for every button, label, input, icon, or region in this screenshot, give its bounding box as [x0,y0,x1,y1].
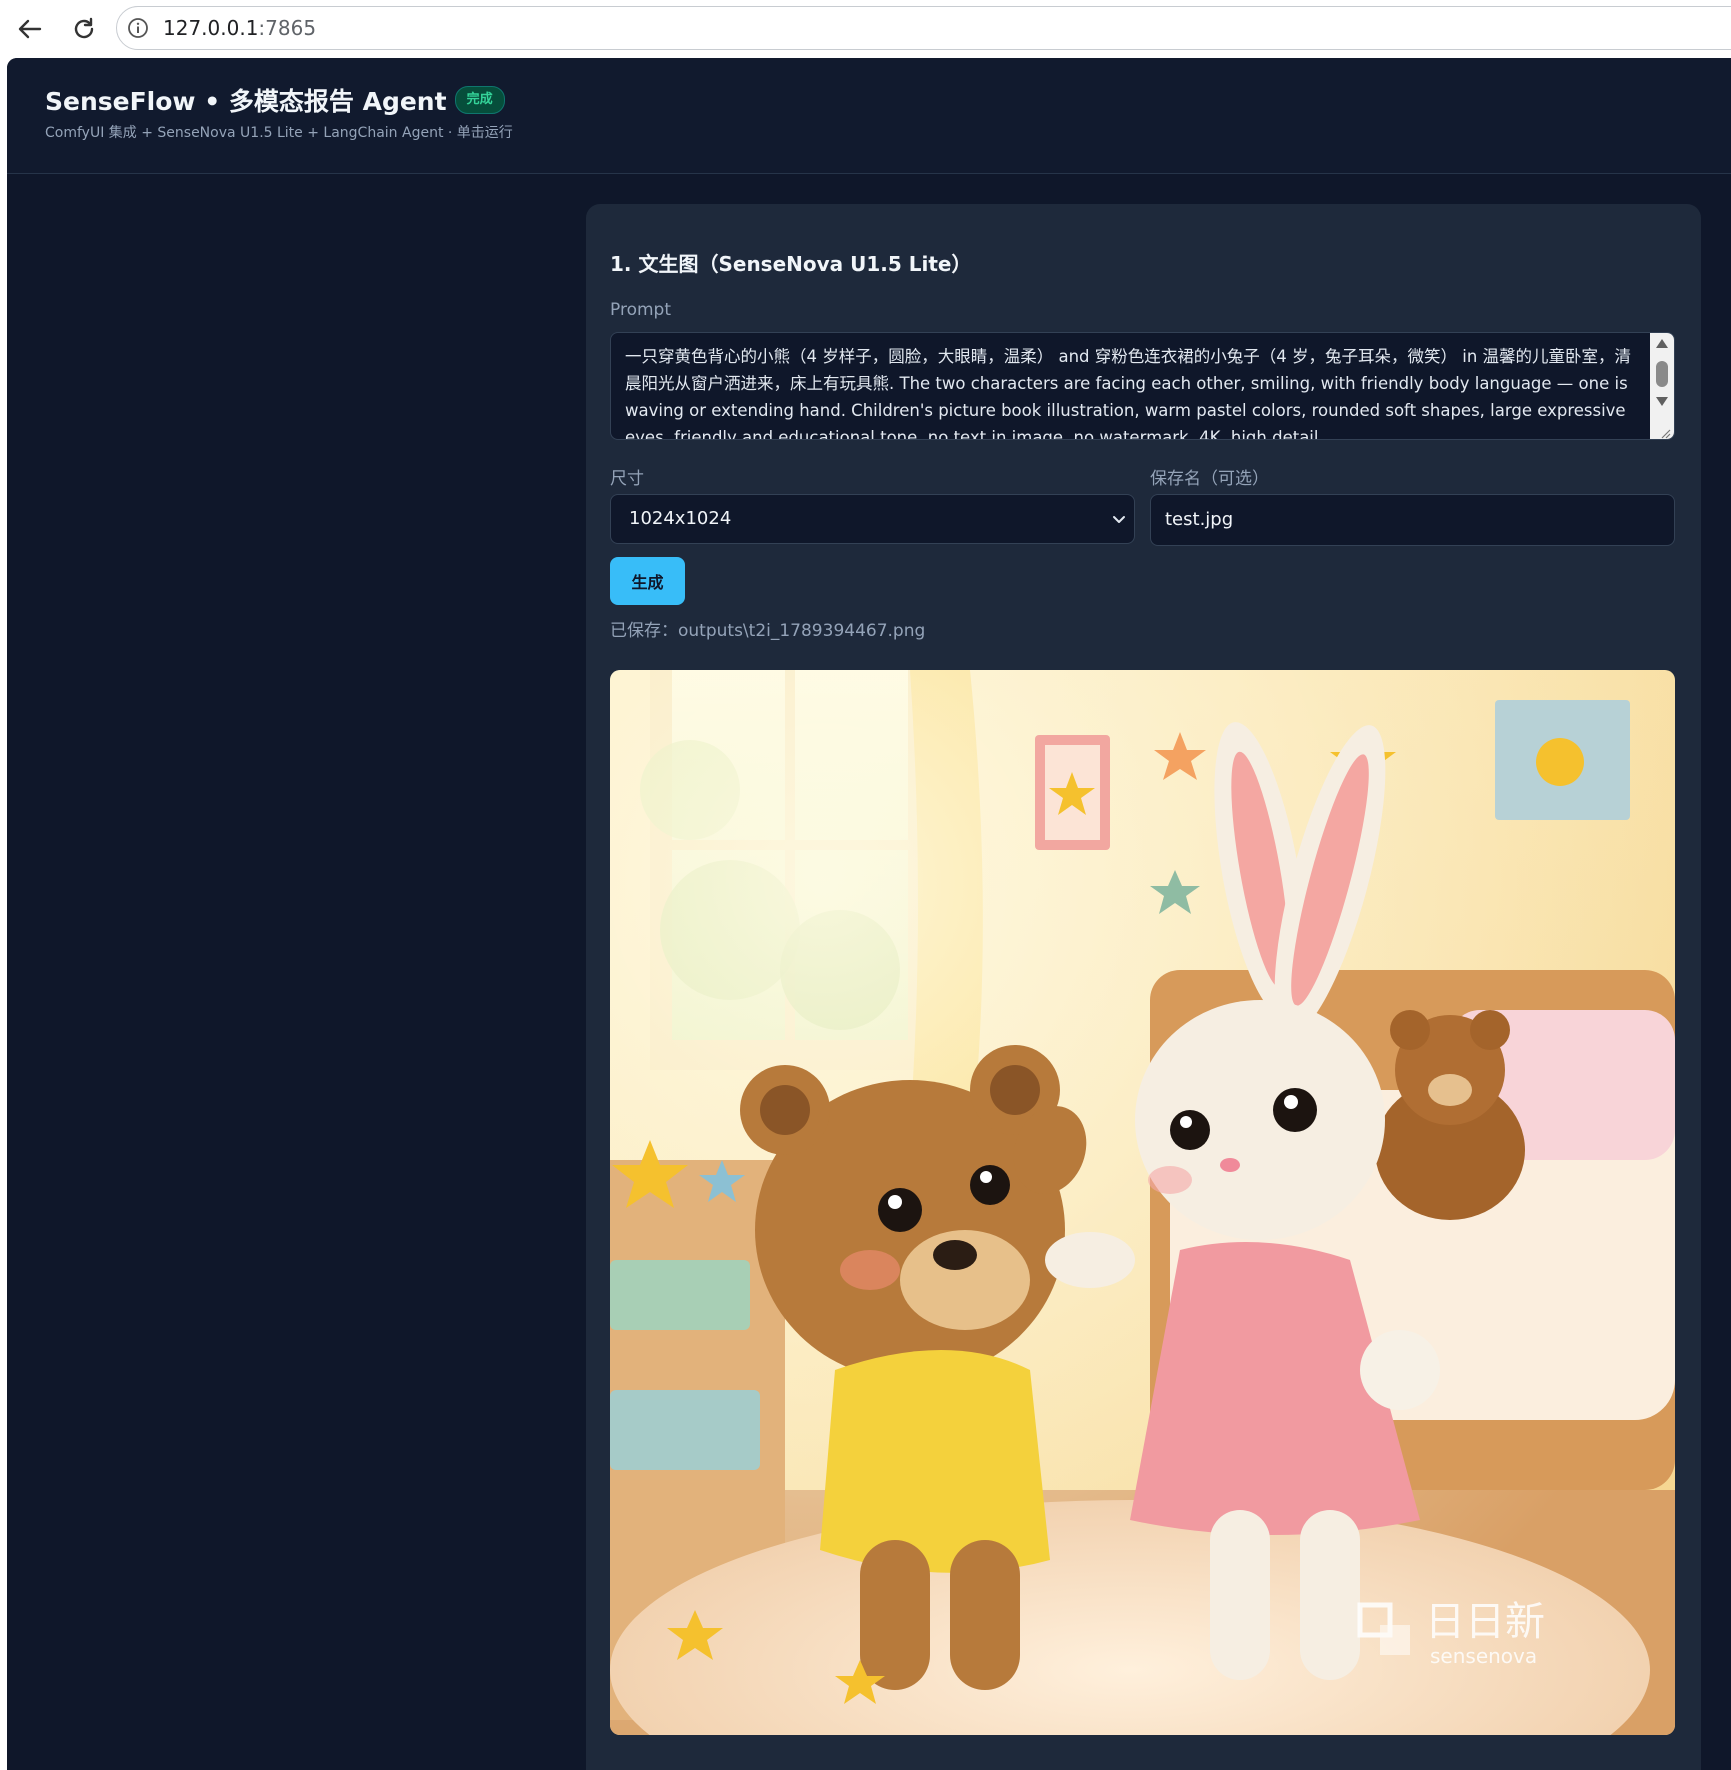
address-bar[interactable]: 127.0.0.1:7865 [116,6,1731,50]
prompt-label: Prompt [610,300,671,320]
savename-input[interactable]: test.jpg [1150,494,1675,546]
resize-grip-icon[interactable] [1659,424,1671,439]
url-port: :7865 [258,16,317,40]
generated-image: 日日新 sensenova [610,670,1675,1735]
text-to-image-panel: 1. 文生图（SenseNova U1.5 Lite） Prompt 一只穿黄色… [586,204,1701,1770]
app-subtitle: ComfyUI 集成 + SenseNova U1.5 Lite + LangC… [45,125,513,141]
url-host: 127.0.0.1 [163,16,259,40]
back-arrow-icon[interactable] [14,13,46,45]
frame-star [1035,735,1110,850]
size-select-value: 1024x1024 [629,508,732,529]
teddy-bear [1375,1010,1525,1220]
app-title-text: SenseFlow • 多模态报告 Agent [45,87,447,116]
reload-icon[interactable] [68,13,100,45]
prompt-text: 一只穿黄色背心的小熊（4 岁样子，圆脸，大眼睛，温柔） and 穿粉色连衣裙的小… [625,347,1632,440]
size-select[interactable]: 1024x1024 [610,494,1135,544]
watermark-en: sensenova [1430,1644,1537,1668]
watermark-cn: 日日新 [1425,1599,1545,1645]
savename-input-value: test.jpg [1165,509,1234,530]
scroll-thumb[interactable] [1656,361,1668,387]
scroll-down-arrow-icon[interactable] [1656,397,1668,406]
size-label: 尺寸 [610,469,644,489]
app-header: SenseFlow • 多模态报告 Agent 完成 ComfyUI 集成 + … [7,58,1731,174]
chevron-down-icon [1110,510,1128,528]
status-badge: 完成 [454,86,505,114]
info-icon[interactable] [127,17,149,39]
app-title: SenseFlow • 多模态报告 Agent 完成 [45,82,505,118]
prompt-textarea[interactable]: 一只穿黄色背心的小熊（4 岁样子，圆脸，大眼睛，温柔） and 穿粉色连衣裙的小… [610,332,1675,440]
browser-toolbar: 127.0.0.1:7865 [0,0,1731,58]
generate-button[interactable]: 生成 [610,557,685,605]
saved-status: 已保存：outputs\t2i_1789394467.png [610,621,926,641]
url-text[interactable]: 127.0.0.1:7865 [163,16,316,40]
generated-illustration: 日日新 sensenova [610,670,1675,1735]
savename-label: 保存名（可选） [1150,469,1269,489]
scroll-up-arrow-icon[interactable] [1656,339,1668,348]
app-root: SenseFlow • 多模态报告 Agent 完成 ComfyUI 集成 + … [7,58,1731,1770]
frame-sun [1495,700,1630,820]
section-title: 1. 文生图（SenseNova U1.5 Lite） [610,252,972,276]
